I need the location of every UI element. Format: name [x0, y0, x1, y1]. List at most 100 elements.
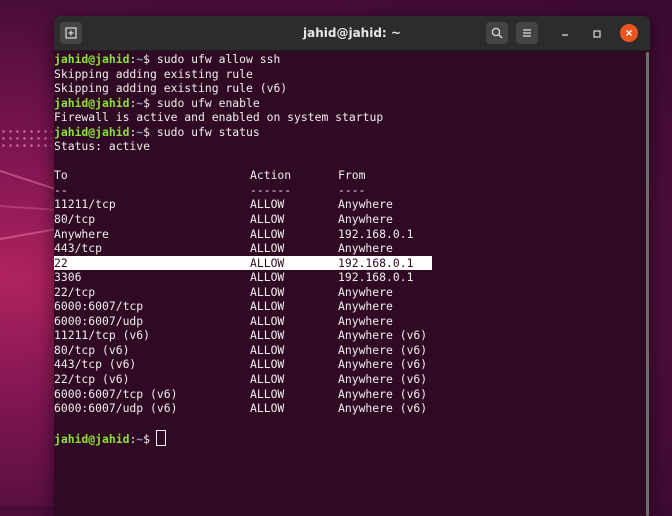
- table-header: To Action From: [54, 168, 644, 183]
- table-row: 11211/tcp ALLOW Anywhere: [54, 197, 644, 212]
- rule-to: 22: [54, 255, 68, 270]
- scrollbar[interactable]: [646, 52, 649, 516]
- table-row: 443/tcp (v6) ALLOW Anywhere (v6): [54, 357, 644, 372]
- minimize-button[interactable]: [556, 24, 574, 42]
- prompt-user-host: jahid@jahid: [54, 432, 130, 447]
- rule-from: 192.168.0.1: [338, 226, 414, 241]
- table-row: 6000:6007/udp ALLOW Anywhere: [54, 314, 644, 329]
- rule-action: ALLOW: [250, 372, 285, 387]
- rule-to: 6000:6007/udp (v6): [54, 401, 178, 416]
- table-row: 6000:6007/tcp ALLOW Anywhere: [54, 299, 644, 314]
- rule-action: ALLOW: [250, 226, 285, 241]
- rule-action: ALLOW: [250, 342, 285, 357]
- command-line: jahid@jahid:~$ sudo ufw status: [54, 125, 644, 140]
- prompt-user-host: jahid@jahid: [54, 52, 130, 66]
- rule-action: ALLOW: [250, 386, 285, 401]
- table-row: 6000:6007/tcp (v6) ALLOW Anywhere (v6): [54, 387, 644, 402]
- rule-action: ALLOW: [250, 241, 285, 256]
- rule-to: 11211/tcp: [54, 197, 116, 212]
- rule-to: 80/tcp (v6): [54, 342, 130, 357]
- terminal-output[interactable]: jahid@jahid:~$ sudo ufw allow ssh Skippi…: [54, 52, 644, 516]
- close-button[interactable]: [620, 24, 638, 42]
- rule-from: Anywhere (v6): [338, 328, 428, 343]
- table-row: 22/tcp ALLOW Anywhere: [54, 285, 644, 300]
- underline-action: ------: [250, 182, 292, 197]
- command-text: sudo ufw enable: [156, 95, 260, 110]
- search-button[interactable]: [486, 22, 508, 44]
- rule-from: Anywhere: [338, 212, 393, 227]
- rule-to: 443/tcp: [54, 241, 103, 256]
- wallpaper-streak: [0, 227, 60, 240]
- table-row: 3306 ALLOW 192.168.0.1: [54, 270, 644, 285]
- rule-from: Anywhere (v6): [338, 386, 428, 401]
- table-row: 11211/tcp (v6) ALLOW Anywhere (v6): [54, 328, 644, 343]
- prompt-user-host: jahid@jahid: [54, 124, 130, 139]
- prompt-symbol: $: [143, 95, 151, 110]
- rule-to: 443/tcp (v6): [54, 357, 137, 372]
- rule-to: 6000:6007/udp: [54, 313, 144, 328]
- maximize-button[interactable]: [588, 24, 606, 42]
- output-line: Firewall is active and enabled on system…: [54, 110, 384, 125]
- table-row: 6000:6007/udp (v6) ALLOW Anywhere (v6): [54, 401, 644, 416]
- terminal-window: jahid@jahid: ~ jahid@jahid:~$ sudo ufw a…: [54, 16, 650, 516]
- rule-to: 22/tcp (v6): [54, 372, 130, 387]
- menu-button[interactable]: [516, 22, 538, 44]
- rule-from: Anywhere: [338, 197, 393, 212]
- rule-from: Anywhere: [338, 299, 393, 314]
- title-bar[interactable]: jahid@jahid: ~: [54, 16, 650, 51]
- maximize-icon: [592, 24, 602, 43]
- rule-to: Anywhere: [54, 226, 109, 241]
- wallpaper-streak: [0, 205, 60, 212]
- rule-from: Anywhere (v6): [338, 372, 428, 387]
- command-text: sudo ufw allow ssh: [156, 52, 281, 66]
- table-row: 22/tcp (v6) ALLOW Anywhere (v6): [54, 372, 644, 387]
- rule-action: ALLOW: [250, 328, 285, 343]
- search-icon: [491, 24, 503, 43]
- rule-to: 6000:6007/tcp (v6): [54, 386, 178, 401]
- close-icon: [620, 24, 638, 42]
- minimize-icon: [560, 24, 570, 43]
- rule-to: 6000:6007/tcp: [54, 299, 144, 314]
- text-cursor: [156, 430, 167, 447]
- rule-action: ALLOW: [250, 255, 285, 270]
- underline-to: --: [54, 182, 68, 197]
- rule-from: Anywhere (v6): [338, 357, 428, 372]
- prompt-symbol: $: [143, 124, 151, 139]
- command-text: sudo ufw status: [156, 124, 260, 139]
- prompt-symbol: $: [143, 432, 151, 447]
- prompt-user-host: jahid@jahid: [54, 95, 130, 110]
- header-action: Action: [250, 168, 292, 183]
- rule-to: 22/tcp: [54, 284, 96, 299]
- table-row: 80/tcp (v6) ALLOW Anywhere (v6): [54, 343, 644, 358]
- rule-from: 192.168.0.1: [338, 270, 414, 285]
- output-line: Skipping adding existing rule: [54, 66, 253, 81]
- output-line: Skipping adding existing rule (v6): [54, 81, 288, 96]
- rule-from: Anywhere: [338, 313, 393, 328]
- rule-to: 3306: [54, 270, 82, 285]
- table-row: 443/tcp ALLOW Anywhere: [54, 241, 644, 256]
- rule-from: Anywhere: [338, 284, 393, 299]
- wallpaper-dots: [0, 128, 52, 148]
- rule-from: Anywhere (v6): [338, 401, 428, 416]
- wallpaper-streak: [0, 170, 58, 191]
- underline-from: ----: [338, 182, 366, 197]
- hamburger-menu-icon: [521, 24, 533, 43]
- rule-action: ALLOW: [250, 270, 285, 285]
- rule-action: ALLOW: [250, 401, 285, 416]
- status-line: Status: active: [54, 139, 151, 154]
- active-prompt-line[interactable]: jahid@jahid:~$: [54, 430, 644, 447]
- rule-action: ALLOW: [250, 284, 285, 299]
- rule-from: Anywhere: [338, 241, 393, 256]
- rule-to: 80/tcp: [54, 212, 96, 227]
- header-to: To: [54, 168, 68, 183]
- rule-from: 192.168.0.1: [338, 255, 414, 270]
- table-row-highlighted: 22 ALLOW 192.168.0.1: [54, 255, 432, 271]
- command-line: jahid@jahid:~$ sudo ufw enable: [54, 96, 644, 111]
- rule-action: ALLOW: [250, 313, 285, 328]
- rule-action: ALLOW: [250, 357, 285, 372]
- rule-action: ALLOW: [250, 212, 285, 227]
- prompt-symbol: $: [143, 52, 151, 66]
- table-row: 80/tcp ALLOW Anywhere: [54, 212, 644, 227]
- rule-action: ALLOW: [250, 299, 285, 314]
